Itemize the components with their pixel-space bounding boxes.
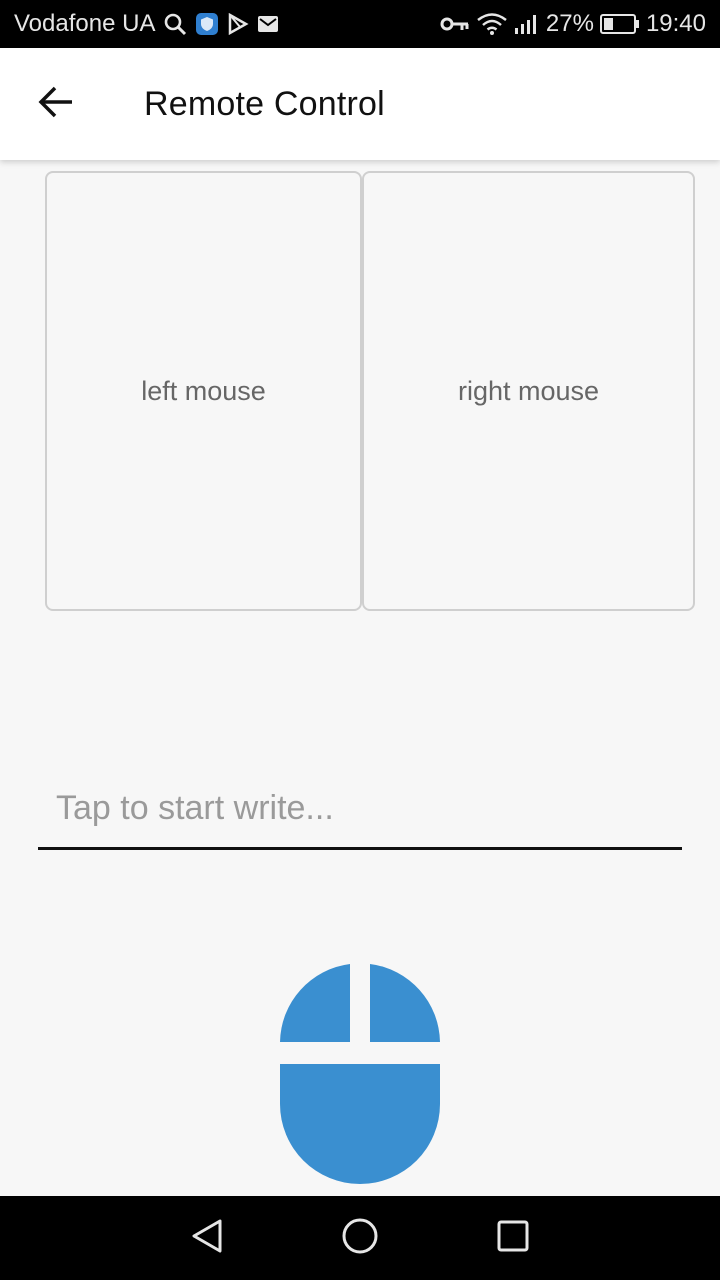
navigation-bar xyxy=(0,1196,720,1280)
nav-home-button[interactable] xyxy=(320,1198,400,1278)
shield-icon xyxy=(195,12,219,36)
home-circle-icon xyxy=(341,1217,379,1260)
text-input-container xyxy=(38,770,682,854)
right-mouse-pad[interactable]: right mouse xyxy=(362,171,695,611)
nav-back-button[interactable] xyxy=(167,1198,247,1278)
keyboard-text-input[interactable] xyxy=(38,770,682,850)
nav-recents-button[interactable] xyxy=(473,1198,553,1278)
mail-icon xyxy=(257,14,279,34)
left-mouse-pad[interactable]: left mouse xyxy=(45,171,362,611)
signal-icon xyxy=(514,13,540,35)
status-right: 27% 19:40 xyxy=(440,10,706,38)
left-mouse-label: left mouse xyxy=(141,375,266,406)
app-bar: Remote Control xyxy=(0,48,720,160)
recents-square-icon xyxy=(496,1219,530,1258)
status-left: Vodafone UA xyxy=(14,10,440,38)
wifi-icon xyxy=(476,12,508,36)
carrier-label: Vodafone UA xyxy=(14,10,156,37)
clock: 19:40 xyxy=(645,10,706,37)
page-title: Remote Control xyxy=(144,84,385,123)
status-bar: Vodafone UA 27% 19:40 xyxy=(0,0,720,48)
back-button[interactable] xyxy=(0,48,112,160)
right-mouse-label: right mouse xyxy=(457,375,600,406)
key-icon xyxy=(440,14,470,34)
mouse-icon[interactable] xyxy=(278,962,442,1186)
play-store-icon xyxy=(227,13,250,35)
battery-percent: 27% xyxy=(545,10,594,37)
back-triangle-icon xyxy=(190,1218,224,1259)
battery-icon xyxy=(599,13,640,35)
search-icon xyxy=(163,12,187,36)
arrow-left-icon xyxy=(38,86,74,123)
